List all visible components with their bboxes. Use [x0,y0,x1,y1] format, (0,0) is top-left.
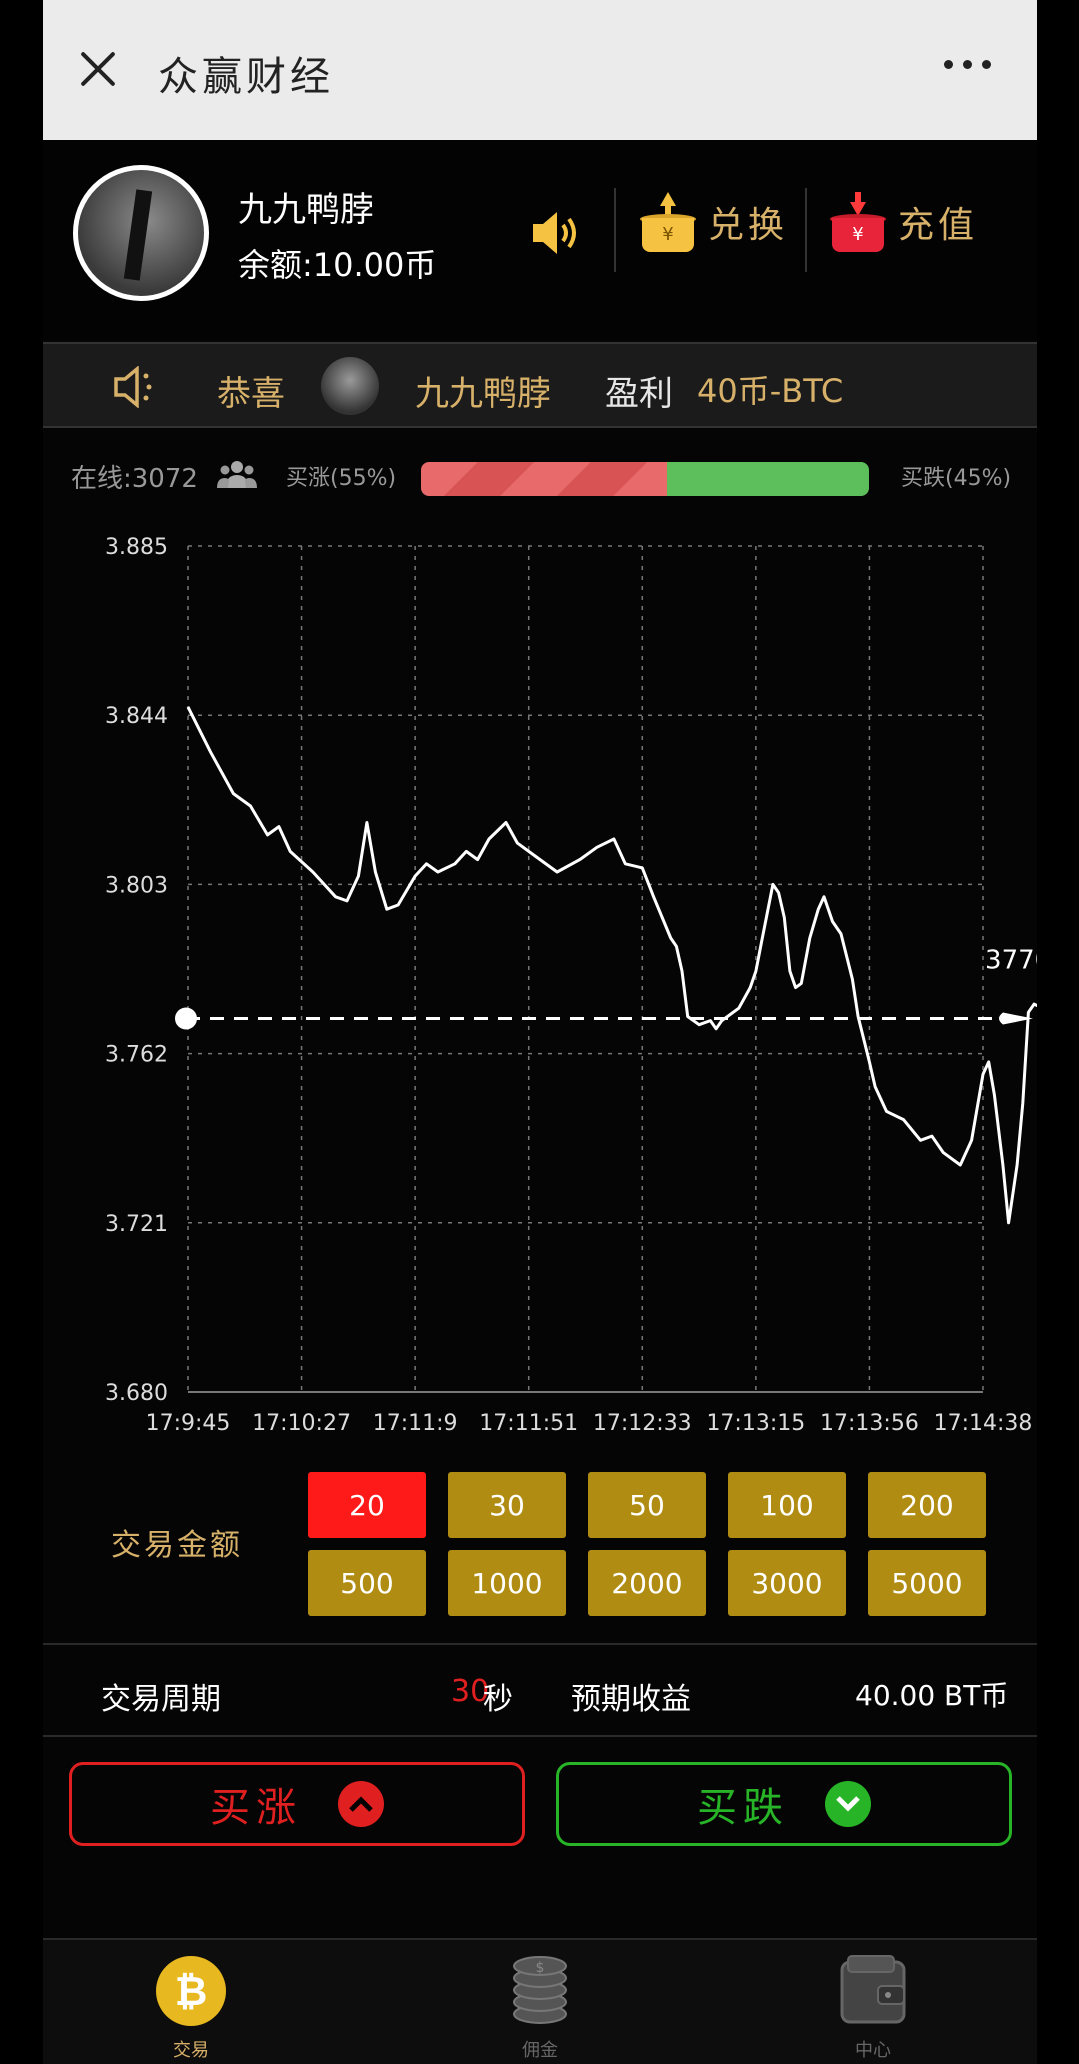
y-tick-label: 3.721 [105,1212,168,1237]
reference-start-dot [175,1007,197,1030]
y-tick-label: 3.844 [105,704,168,729]
x-tick-label: 17:10:27 [252,1411,351,1436]
amount-option-3000[interactable]: 3000 [728,1550,846,1616]
winner-name: 九九鸭脖 [415,374,551,414]
sound-icon[interactable] [531,210,583,256]
svg-text:$: $ [536,1960,545,1976]
fall-percent: 买跌(45%) [901,466,1012,491]
current-price-label: 3770.49 [985,946,1037,976]
avatar [73,165,209,301]
coins-icon: $ [513,1956,567,2024]
nav-trade-label: 交易 [173,2040,209,2061]
user-panel: 九九鸭脖 余额:10.00币 ¥ 兑换 ¥ 充值 [43,140,1037,340]
amount-option-1000[interactable]: 1000 [448,1550,566,1616]
y-tick-label: 3.680 [105,1381,168,1406]
ratio-fall-segment [667,462,869,496]
recharge-button[interactable]: ¥ 充值 [830,192,978,252]
y-tick-label: 3.885 [105,535,168,560]
chevron-up-icon [338,1781,384,1827]
amount-option-5000[interactable]: 5000 [868,1550,986,1616]
divider [805,188,807,272]
amount-option-100[interactable]: 100 [728,1472,846,1538]
x-tick-label: 17:13:15 [706,1411,805,1436]
username: 九九鸭脖 [238,190,374,230]
period-unit: 秒 [483,1682,513,1717]
x-tick-label: 17:13:56 [820,1411,919,1436]
buy-up-button[interactable]: 买涨 [69,1762,525,1846]
online-count: 在线:3072 [71,464,198,494]
users-icon [217,461,257,488]
amount-option-500[interactable]: 500 [308,1550,426,1616]
recharge-label: 充值 [898,205,979,246]
x-tick-label: 17:11:51 [479,1411,578,1436]
x-tick-label: 17:14:38 [934,1411,1033,1436]
nav-trade[interactable]: ₿ 交易 [131,1954,251,2062]
divider [614,188,616,272]
exchange-label: 兑换 [708,205,789,246]
buy-down-button[interactable]: 买跌 [556,1762,1012,1846]
x-tick-label: 17:9:45 [146,1411,231,1436]
notice-prefix: 恭喜 [217,374,285,414]
y-tick-label: 3.762 [105,1043,168,1068]
profit-label: 盈利 [605,374,673,414]
nav-commission[interactable]: $ 佣金 [480,1954,600,2062]
nav-center[interactable]: 中心 [813,1954,933,2062]
title-bar: 众赢财经 [43,0,1037,140]
bitcoin-icon: ₿ [156,1956,226,2026]
svg-text:₿: ₿ [175,1969,208,2015]
amount-option-20[interactable]: 20 [308,1472,426,1538]
announcement-icon [114,366,152,408]
period-row: 交易周期 30 秒 预期收益 40.00 BT币 [43,1648,1037,1734]
winner-notice: 恭喜 九九鸭脖 盈利 40币-BTC [43,342,1037,428]
exchange-icon: ¥ [640,192,696,252]
amount-option-30[interactable]: 30 [448,1472,566,1538]
balance-text: 余额:10.00币 [238,246,437,284]
expected-label: 预期收益 [571,1682,691,1717]
profit-value: 40币-BTC [697,372,844,410]
wallet-icon [840,1955,906,2024]
amount-option-50[interactable]: 50 [588,1472,706,1538]
amount-options: 20 30 50 100 200 500 1000 2000 3000 5000 [308,1472,986,1616]
price-series-line [186,706,1037,1225]
winner-avatar [321,357,379,415]
exchange-button[interactable]: ¥ 兑换 [640,192,788,252]
expected-value: 40.00 BT币 [855,1679,1009,1712]
more-menu-icon[interactable] [944,60,991,69]
divider [43,1643,1037,1645]
rise-fall-ratio-bar [421,462,869,496]
rise-percent: 买涨(55%) [286,466,397,491]
x-tick-label: 17:11:9 [373,1411,458,1436]
amount-option-2000[interactable]: 2000 [588,1550,706,1616]
x-tick-label: 17:12:33 [593,1411,692,1436]
buy-down-label: 买跌 [697,1785,789,1831]
nav-center-label: 中心 [855,2040,891,2061]
amount-label: 交易金额 [111,1528,243,1563]
recharge-icon: ¥ [830,192,886,252]
app-root: 众赢财经 九九鸭脖 余额:10.00币 ¥ 兑换 ¥ 充值 恭喜 九九鸭脖 盈利… [43,0,1037,2064]
ratio-rise-segment [421,462,668,496]
app-title: 众赢财经 [158,54,334,100]
period-label: 交易周期 [101,1682,221,1717]
price-chart: 3.885 3.844 3.803 3.762 3.721 3.680 17:9:45 17:… [105,535,1037,1436]
amount-option-200[interactable]: 200 [868,1472,986,1538]
nav-commission-label: 佣金 [522,2040,558,2061]
chevron-down-icon [825,1781,871,1827]
close-icon[interactable] [73,44,123,94]
bottom-nav: ₿ 交易 $ 佣金 中心 [43,1938,1037,2064]
y-tick-label: 3.803 [105,873,168,898]
divider [43,1735,1037,1737]
buy-up-label: 买涨 [210,1785,302,1831]
